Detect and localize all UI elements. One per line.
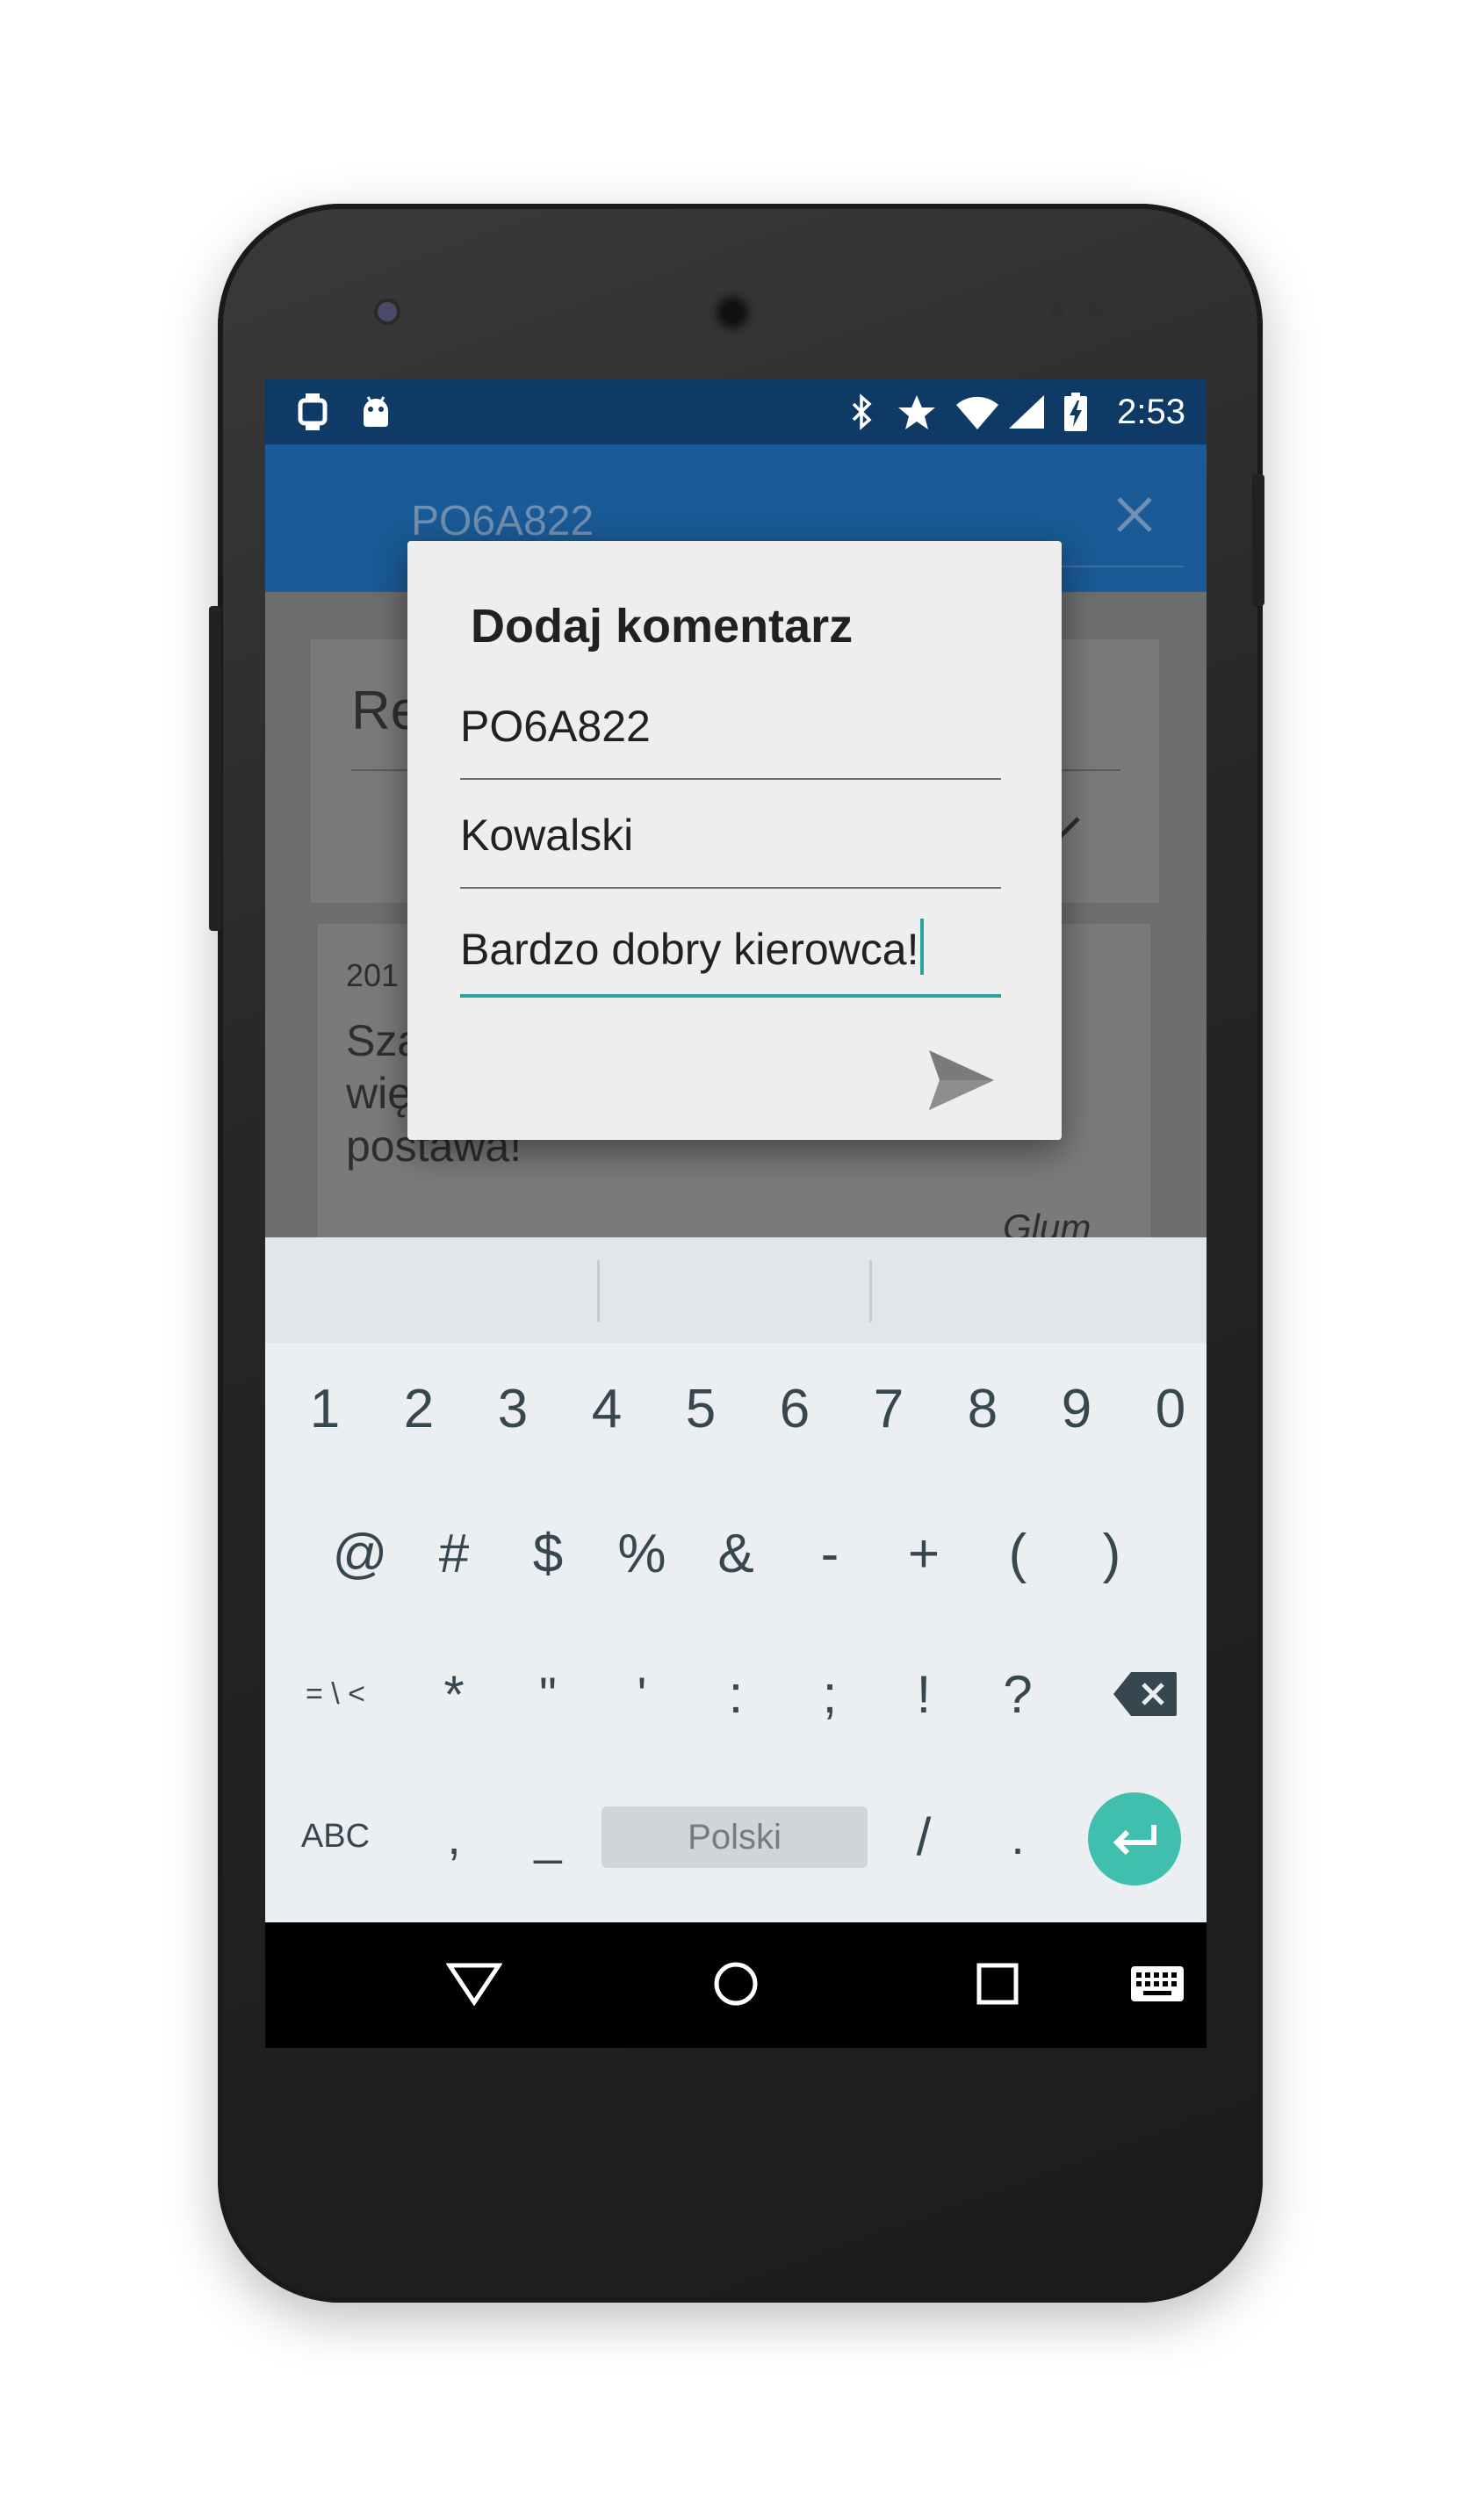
key-dollar[interactable]: $ (504, 1505, 592, 1602)
field-underline (460, 887, 1001, 889)
status-bar: 2:53 (265, 379, 1207, 444)
key-semicolon[interactable]: ; (786, 1650, 874, 1738)
key-6[interactable]: 6 (751, 1360, 839, 1457)
light-sensor (1087, 304, 1101, 318)
send-icon[interactable] (924, 1043, 998, 1117)
key-hash[interactable]: # (410, 1505, 498, 1602)
bluetooth-icon (846, 392, 876, 432)
suggestion-divider (869, 1260, 872, 1322)
key-single-quote[interactable]: ' (598, 1650, 686, 1738)
key-open-paren[interactable]: ( (974, 1505, 1062, 1602)
key-exclamation[interactable]: ! (880, 1650, 968, 1738)
key-7[interactable]: 7 (845, 1360, 933, 1457)
backspace-icon[interactable] (1101, 1650, 1189, 1738)
plate-number-value: PO6A822 (460, 702, 651, 751)
key-more-symbols[interactable]: = \ < (283, 1650, 388, 1738)
star-icon (896, 392, 938, 432)
navigation-bar (265, 1922, 1207, 2048)
recents-icon[interactable] (962, 1949, 1033, 2019)
space-key[interactable]: Polski (602, 1806, 868, 1868)
key-3[interactable]: 3 (469, 1360, 557, 1457)
watch-icon (295, 392, 330, 432)
key-underscore[interactable]: _ (504, 1792, 592, 1880)
battery-charging-icon (1063, 392, 1089, 432)
search-field-text[interactable]: PO6A822 (411, 497, 594, 545)
status-time: 2:53 (1117, 393, 1185, 431)
key-1[interactable]: 1 (281, 1360, 369, 1457)
plate-number-field[interactable]: PO6A822 (460, 683, 1001, 780)
field-underline-active (460, 994, 1001, 998)
text-cursor (920, 919, 925, 975)
key-0[interactable]: 0 (1127, 1360, 1207, 1457)
comment-value: Bardzo dobry kierowca! (460, 925, 919, 974)
key-2[interactable]: 2 (375, 1360, 463, 1457)
comment-author: Glum (1003, 1207, 1091, 1237)
wifi-icon (954, 392, 1001, 432)
key-8[interactable]: 8 (939, 1360, 1027, 1457)
comment-field[interactable]: Bardzo dobry kierowca! (460, 901, 1001, 998)
key-plus[interactable]: + (880, 1505, 968, 1602)
key-minus[interactable]: - (786, 1505, 874, 1602)
home-icon[interactable] (701, 1949, 771, 2019)
volume-button (209, 606, 221, 931)
android-icon (358, 392, 393, 432)
key-9[interactable]: 9 (1033, 1360, 1120, 1457)
suggestion-strip (265, 1237, 1207, 1343)
key-colon[interactable]: : (692, 1650, 780, 1738)
proximity-sensor (1050, 304, 1064, 318)
key-close-paren[interactable]: ) (1068, 1505, 1156, 1602)
key-comma[interactable]: , (410, 1792, 498, 1880)
close-icon[interactable] (1108, 488, 1161, 541)
power-button (1252, 474, 1264, 606)
enter-icon[interactable] (1088, 1792, 1181, 1885)
front-sensor (378, 302, 397, 321)
front-camera (710, 290, 755, 335)
field-underline (460, 778, 1001, 780)
dialog-title: Dodaj komentarz (471, 600, 854, 652)
key-percent[interactable]: % (598, 1505, 686, 1602)
key-asterisk[interactable]: * (410, 1650, 498, 1738)
key-ampersand[interactable]: & (692, 1505, 780, 1602)
author-name-value: Kowalski (460, 811, 634, 860)
key-4[interactable]: 4 (563, 1360, 651, 1457)
key-double-quote[interactable]: " (504, 1650, 592, 1738)
suggestion-divider (597, 1260, 600, 1322)
comment-line: wię (346, 1069, 413, 1118)
key-period[interactable]: . (974, 1792, 1062, 1880)
key-abc[interactable]: ABC (283, 1792, 388, 1880)
comment-text-wrapper: Bardzo dobry kierowca! (460, 919, 925, 975)
comment-date: 201 (346, 957, 400, 993)
author-name-field[interactable]: Kowalski (460, 792, 1001, 889)
key-slash[interactable]: / (880, 1792, 968, 1880)
back-icon[interactable] (439, 1949, 509, 2019)
key-question[interactable]: ? (974, 1650, 1062, 1738)
key-5[interactable]: 5 (657, 1360, 745, 1457)
signal-icon (1006, 392, 1047, 432)
key-at[interactable]: @ (316, 1505, 404, 1602)
keyboard: 1 2 3 4 5 6 7 8 9 0 @ # $ % & - + ( ) = … (265, 1237, 1207, 1922)
add-comment-dialog: Dodaj komentarz PO6A822 Kowalski Bardzo … (407, 541, 1062, 1140)
keyboard-switch-icon[interactable] (1122, 1949, 1192, 2019)
